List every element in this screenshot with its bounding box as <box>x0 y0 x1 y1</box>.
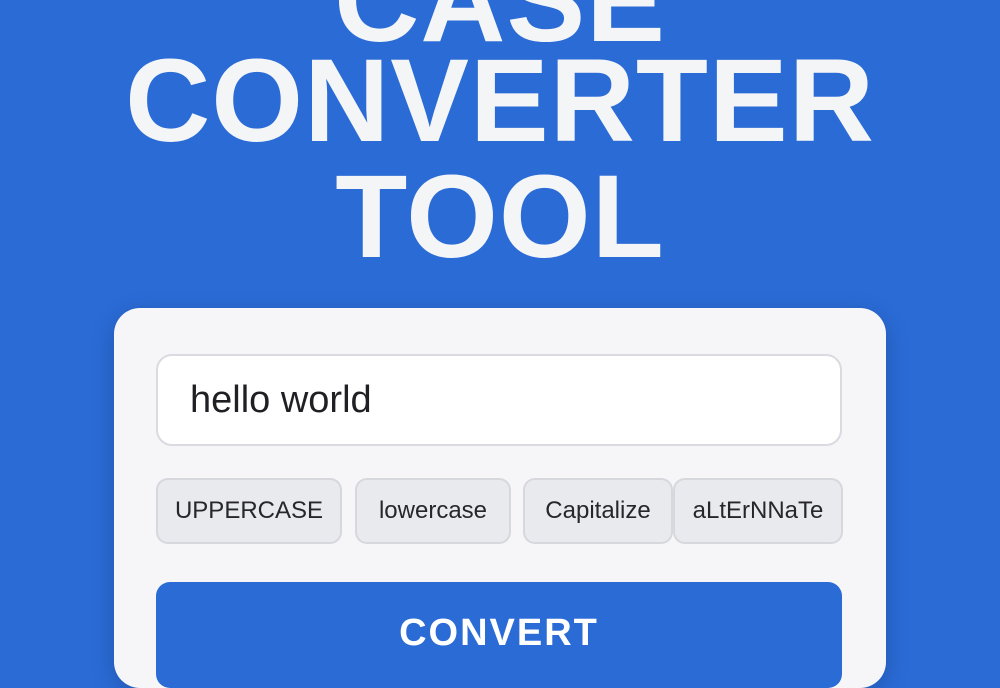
convert-button[interactable]: CONVERT <box>156 582 842 688</box>
text-input[interactable] <box>156 354 842 446</box>
capitalize-option-button[interactable]: Capitalize <box>523 478 673 544</box>
converter-card: UPPERCASE lowercase Capitalize aLtErNNaT… <box>114 308 886 688</box>
lowercase-option-button[interactable]: lowercase <box>355 478 511 544</box>
title-line-tool: TOOL <box>335 151 665 283</box>
alternate-option-button[interactable]: aLtErNNaTe <box>673 478 843 544</box>
title-line-converter: CONVERTER <box>125 35 875 167</box>
uppercase-option-button[interactable]: UPPERCASE <box>156 478 342 544</box>
